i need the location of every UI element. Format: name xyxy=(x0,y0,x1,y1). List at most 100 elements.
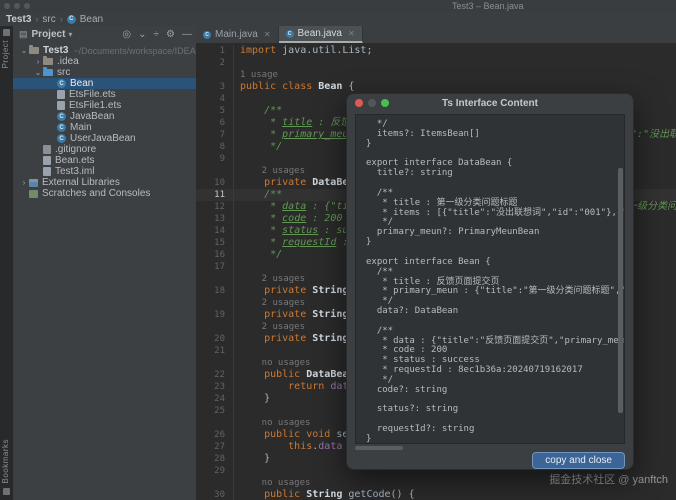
code-text: * code : 200 xyxy=(234,213,342,225)
code-token: primary_meun xyxy=(282,129,354,140)
file-icon xyxy=(57,90,65,99)
tree-item-bean-ets[interactable]: Bean.ets xyxy=(13,155,196,166)
usage-annotation[interactable]: no usages xyxy=(240,358,310,368)
class-icon: C xyxy=(57,112,66,121)
code-line[interactable]: 2 xyxy=(196,57,676,69)
ts-code-line: export interface Bean { xyxy=(366,258,624,268)
line-number: 22 xyxy=(196,369,234,381)
code-line[interactable]: 30 public String getCode() { xyxy=(196,489,676,500)
usage-annotation[interactable]: 1 usage xyxy=(240,70,278,80)
chevron-down-icon[interactable]: ▾ xyxy=(68,30,72,39)
bookmarks-tool-icon[interactable] xyxy=(3,488,10,495)
code-token: import xyxy=(240,45,282,56)
code-text xyxy=(234,93,240,105)
line-number: 13 xyxy=(196,213,234,225)
code-text: public class Bean { xyxy=(234,81,354,93)
code-token: public void xyxy=(240,429,336,440)
breadcrumb-separator-icon: › xyxy=(60,14,63,24)
code-text xyxy=(234,261,240,273)
project-panel-title[interactable]: Project xyxy=(32,29,66,40)
line-number: 16 xyxy=(196,249,234,261)
project-tree: ⌄Test3~/Documents/workspace/IDEA/Test3/T… xyxy=(13,43,196,500)
tree-item-test3[interactable]: ⌄Test3~/Documents/workspace/IDEA/Test3/T… xyxy=(13,45,196,56)
code-line[interactable]: 3public class Bean { xyxy=(196,81,676,93)
tree-item--idea[interactable]: › .idea xyxy=(13,56,196,67)
dialog-close-icon[interactable] xyxy=(355,99,363,107)
zoom-window-icon[interactable] xyxy=(24,3,30,9)
usage-annotation[interactable]: 2 usages xyxy=(240,322,305,332)
tree-item-test3-iml[interactable]: Test3.iml xyxy=(13,166,196,177)
settings-gear-icon[interactable]: ⚙ xyxy=(166,29,175,40)
usage-annotation-row[interactable]: 1 usage xyxy=(196,69,676,81)
tree-item-etsfile1-ets[interactable]: EtsFile1.ets xyxy=(13,100,196,111)
locate-file-icon[interactable]: ◎ xyxy=(122,29,131,40)
tab-bean-java[interactable]: CBean.java✕ xyxy=(279,26,363,43)
bookmarks-tool-label[interactable]: Bookmarks xyxy=(1,439,10,484)
breadcrumb-item[interactable]: Test3 xyxy=(6,14,31,25)
project-tool-icon[interactable] xyxy=(3,29,10,36)
tree-item-userjavabean[interactable]: CUserJavaBean xyxy=(13,133,196,144)
line-number xyxy=(196,297,234,309)
dialog-minimize-icon xyxy=(368,99,376,107)
code-token: status xyxy=(282,225,318,236)
tree-item-label: .gitignore xyxy=(55,144,96,155)
ts-code-line: items?: ItemsBean[] xyxy=(366,130,624,140)
scratch-icon xyxy=(29,190,38,198)
tree-item-external-libraries[interactable]: ›External Libraries xyxy=(13,177,196,188)
tree-item-label: JavaBean xyxy=(70,111,114,122)
dialog-zoom-icon[interactable] xyxy=(381,99,389,107)
watermark: 掘金技术社区 @ yanftch xyxy=(549,471,668,487)
code-text: no usages xyxy=(234,417,310,429)
code-token: : 200 xyxy=(306,213,342,224)
collapse-all-icon[interactable]: ÷ xyxy=(154,29,160,40)
tree-item-etsfile-ets[interactable]: EtsFile.ets xyxy=(13,89,196,100)
line-number: 26 xyxy=(196,429,234,441)
dialog-footer: copy and close xyxy=(347,451,633,469)
project-tool-label[interactable]: Project xyxy=(1,40,10,68)
usage-annotation[interactable]: 2 usages xyxy=(240,298,305,308)
code-text: /** xyxy=(234,105,282,117)
dialog-title-bar[interactable]: Ts Interface Content xyxy=(347,94,633,112)
tree-item-scratches-and-consoles[interactable]: Scratches and Consoles xyxy=(13,188,196,199)
tree-item-label: .idea xyxy=(57,56,79,67)
tree-item-src[interactable]: ⌄src xyxy=(13,67,196,78)
horizontal-scrollbar[interactable] xyxy=(355,446,403,450)
hide-panel-icon[interactable]: — xyxy=(182,29,192,40)
lib-icon xyxy=(29,179,38,187)
close-window-icon[interactable] xyxy=(4,3,10,9)
tab-main-java[interactable]: CMain.java✕ xyxy=(196,26,279,43)
code-text: 2 usages xyxy=(234,321,305,333)
breadcrumb-item[interactable]: src xyxy=(42,14,55,25)
code-token: data xyxy=(282,201,306,212)
code-token: } xyxy=(240,393,270,404)
breadcrumb-item[interactable]: Bean xyxy=(80,14,103,25)
close-tab-icon[interactable]: ✕ xyxy=(264,30,271,39)
code-line[interactable]: 1import java.util.List; xyxy=(196,45,676,57)
chevron-right-icon[interactable]: › xyxy=(19,178,29,187)
ts-code-line: } xyxy=(366,238,624,248)
usage-annotation[interactable]: 2 usages xyxy=(240,166,305,176)
usage-annotation[interactable]: 2 usages xyxy=(240,274,305,284)
usage-annotation[interactable]: no usages xyxy=(240,478,310,488)
line-number xyxy=(196,69,234,81)
tree-item--gitignore[interactable]: .gitignore xyxy=(13,144,196,155)
minimize-window-icon[interactable] xyxy=(14,3,20,9)
chevron-down-icon[interactable]: ⌄ xyxy=(33,68,43,77)
tool-window-stripe: Project Bookmarks xyxy=(0,26,13,500)
copy-and-close-button[interactable]: copy and close xyxy=(532,452,625,469)
tree-item-main[interactable]: CMain xyxy=(13,122,196,133)
window-controls xyxy=(4,3,30,9)
tree-item-bean[interactable]: CBean xyxy=(13,78,196,89)
tree-item-javabean[interactable]: C JavaBean xyxy=(13,111,196,122)
usage-annotation[interactable]: no usages xyxy=(240,418,310,428)
chevron-right-icon[interactable]: › xyxy=(33,57,43,66)
editor-tabs: CMain.java✕CBean.java✕ xyxy=(196,26,676,43)
ts-code-view[interactable]: */ items?: ItemsBean[]}export interface … xyxy=(355,114,625,444)
tree-item-label: UserJavaBean xyxy=(70,133,136,144)
vertical-scrollbar[interactable] xyxy=(618,168,623,413)
chevron-down-icon[interactable]: ⌄ xyxy=(19,46,29,55)
code-token: Bean xyxy=(318,81,348,92)
expand-all-icon[interactable]: ⌄ xyxy=(138,29,146,40)
close-tab-icon[interactable]: ✕ xyxy=(348,29,355,38)
code-token: public xyxy=(240,369,306,380)
